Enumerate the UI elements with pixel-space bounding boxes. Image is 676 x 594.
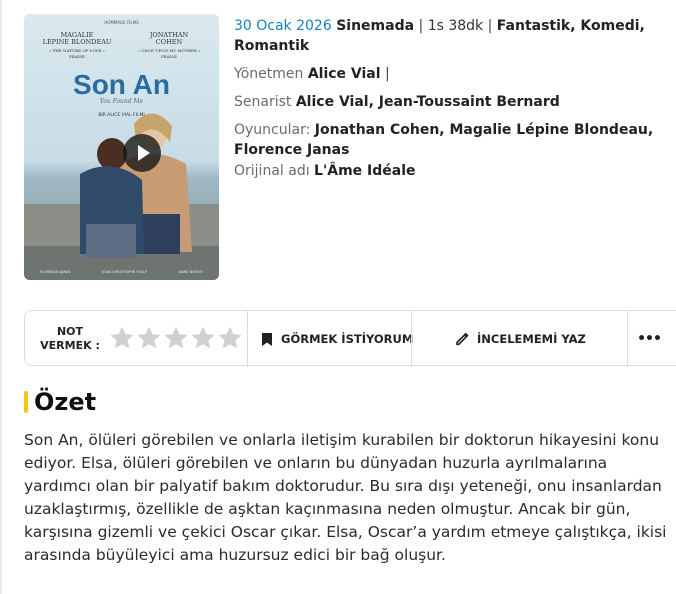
poster-tagline-right-2: PRAISE	[161, 54, 177, 59]
rate-label-line1: NOT	[56, 325, 84, 338]
star-icon[interactable]	[190, 325, 216, 351]
poster-bottom-credits: FLORENCE JANAS JEAN-CHRISTOPHE FOLLY ANN…	[24, 270, 219, 274]
play-trailer-button[interactable]	[123, 134, 161, 172]
poster-director-line: BIR ALICE VIAL FILMI	[98, 113, 145, 118]
writer-line: Senarist Alice Vial, Jean-Toussaint Bern…	[234, 92, 674, 112]
star-rating[interactable]	[109, 325, 243, 351]
divider	[247, 311, 248, 367]
write-review-label: İNCELEMEMİ YAZ	[477, 332, 586, 346]
poster-credit-top: HOMMAGE FILMS	[104, 20, 139, 25]
release-line: 30 Ocak 2026 Sinemada | 1s 38dk | Fantas…	[234, 16, 674, 56]
divider	[411, 311, 412, 367]
release-date: 30 Ocak 2026	[234, 18, 332, 34]
summary-accent-bar	[24, 391, 28, 413]
divider	[627, 311, 628, 367]
cast-line: Oyuncular: Jonathan Cohen, Magalie Lépin…	[234, 120, 674, 160]
director-label: Yönetmen	[234, 66, 304, 82]
separator: |	[418, 18, 424, 34]
original-title: L'Âme Idéale	[314, 163, 416, 179]
poster-actor-right-last: COHEN	[155, 38, 183, 46]
left-border	[0, 0, 2, 594]
writer-label: Senarist	[234, 94, 292, 110]
more-dots-icon: •••	[637, 331, 662, 347]
poster-credit-2: JEAN-CHRISTOPHE FOLLY	[102, 270, 147, 274]
rate-label-line2: VERMEK :	[40, 339, 100, 352]
cast-label: Oyuncular:	[234, 122, 311, 138]
pencil-icon	[456, 332, 469, 346]
poster-actor-right: JONATHAN COHEN « ONCE UPON MY MOTHER » P…	[134, 32, 204, 60]
original-title-label: Orijinal adı	[234, 163, 310, 179]
summary-header: Özet	[24, 388, 96, 416]
director-line: Yönetmen Alice Vial |	[234, 64, 674, 84]
write-review-button[interactable]: İNCELEMEMİ YAZ	[455, 311, 586, 367]
want-to-see-label: GÖRMEK İSTİYORUM	[281, 332, 414, 346]
want-to-see-button[interactable]: GÖRMEK İSTİYORUM	[261, 311, 413, 367]
separator: |	[487, 18, 493, 34]
release-status: Sinemada	[336, 18, 415, 34]
more-options-button[interactable]: •••	[629, 311, 669, 367]
star-icon[interactable]	[217, 325, 243, 351]
director-name[interactable]: Alice Vial	[308, 66, 381, 82]
writer-names[interactable]: Alice Vial, Jean-Toussaint Bernard	[296, 94, 560, 110]
separator: |	[385, 66, 390, 82]
movie-poster[interactable]: HOMMAGE FILMS MAGALIE LÉPINE BLONDEAU « …	[24, 14, 219, 280]
rate-label: NOT VERMEK :	[35, 325, 105, 353]
action-bar: NOT VERMEK : GÖRMEK İSTİYORUM İNCELEMEMİ…	[24, 310, 676, 367]
duration: 1s 38dk	[427, 18, 484, 34]
star-icon[interactable]	[163, 325, 189, 351]
poster-credit-3: ANNE BENOIT	[178, 270, 204, 274]
bookmark-icon	[262, 332, 272, 346]
summary-text: Son An, ölüleri görebilen ve onlarla ile…	[24, 431, 667, 564]
star-icon[interactable]	[136, 325, 162, 351]
movie-meta: 30 Ocak 2026 Sinemada | 1s 38dk | Fantas…	[234, 16, 674, 182]
star-icon[interactable]	[109, 325, 135, 351]
poster-tagline-left-2: PRAISE	[69, 54, 85, 59]
poster-title: Son An	[73, 69, 170, 100]
poster-subtitle: You Found Me	[99, 98, 144, 105]
poster-credit-1: FLORENCE JANAS	[39, 270, 71, 274]
poster-actor-left-last: LÉPINE BLONDEAU	[42, 38, 112, 46]
summary-title: Özet	[34, 388, 97, 416]
original-title-line: Orijinal adı L'Âme Idéale	[234, 161, 674, 181]
poster-actor-left: MAGALIE LÉPINE BLONDEAU « THE NATURE OF …	[42, 32, 112, 60]
